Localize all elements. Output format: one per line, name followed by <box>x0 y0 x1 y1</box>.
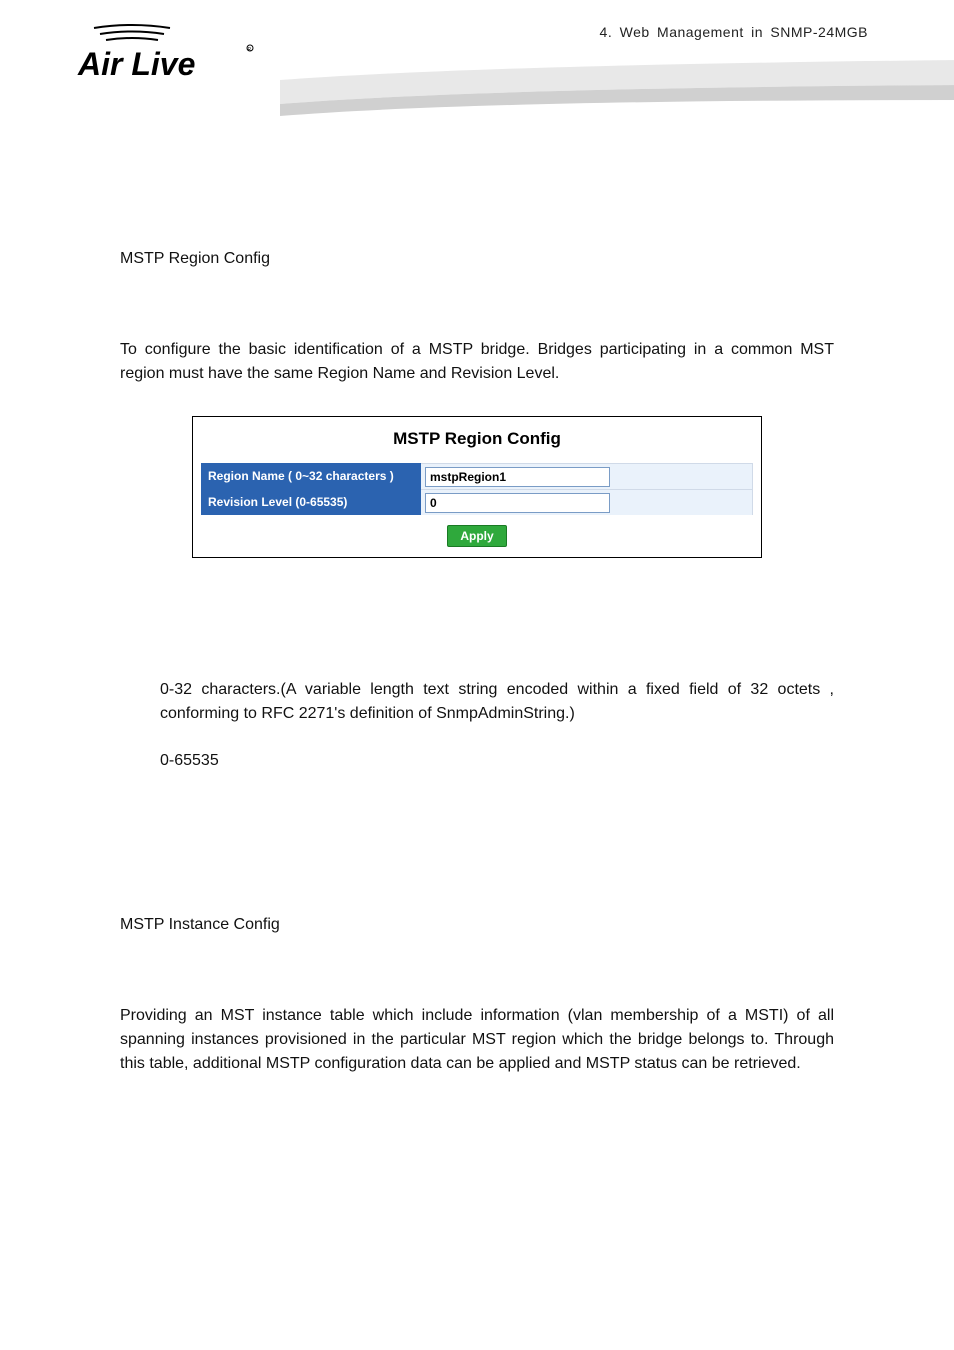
apply-row: Apply <box>201 515 753 547</box>
param-revision-level-text: 0-65535 <box>160 752 834 770</box>
region-name-label: Region Name ( 0~32 characters ) <box>201 463 421 489</box>
brand-logo: Air Live R <box>72 20 262 95</box>
revision-level-label: Revision Level (0-65535) <box>201 489 421 515</box>
param-revision-level: 0-65535 <box>120 752 834 770</box>
revision-level-cell <box>421 489 753 515</box>
chapter-title: 4. Web Management in SNMP-24MGB <box>600 24 868 40</box>
config-row-revision-level: Revision Level (0-65535) <box>201 489 753 515</box>
region-name-input[interactable] <box>425 467 610 487</box>
page-content: MSTP Region Config To configure the basi… <box>0 120 954 1146</box>
config-panel-title: MSTP Region Config <box>201 423 753 463</box>
page-header: Air Live R 4. Web Management in SNMP-24M… <box>0 0 954 120</box>
section-intro-instance: Providing an MST instance table which in… <box>120 1004 834 1076</box>
section-intro-region: To configure the basic identification of… <box>120 338 834 386</box>
param-region-name: 0-32 characters.(A variable length text … <box>120 678 834 726</box>
section-title-instance: MSTP Instance Config <box>120 916 834 934</box>
svg-text:R: R <box>248 47 252 53</box>
mstp-region-config-panel: MSTP Region Config Region Name ( 0~32 ch… <box>192 416 762 558</box>
svg-text:Air Live: Air Live <box>77 46 195 82</box>
config-row-region-name: Region Name ( 0~32 characters ) <box>201 463 753 489</box>
region-name-cell <box>421 463 753 489</box>
revision-level-input[interactable] <box>425 493 610 513</box>
header-swoosh <box>280 60 954 120</box>
section-title-region: MSTP Region Config <box>120 250 834 268</box>
param-region-name-text: 0-32 characters.(A variable length text … <box>160 678 834 726</box>
apply-button[interactable]: Apply <box>447 525 506 547</box>
